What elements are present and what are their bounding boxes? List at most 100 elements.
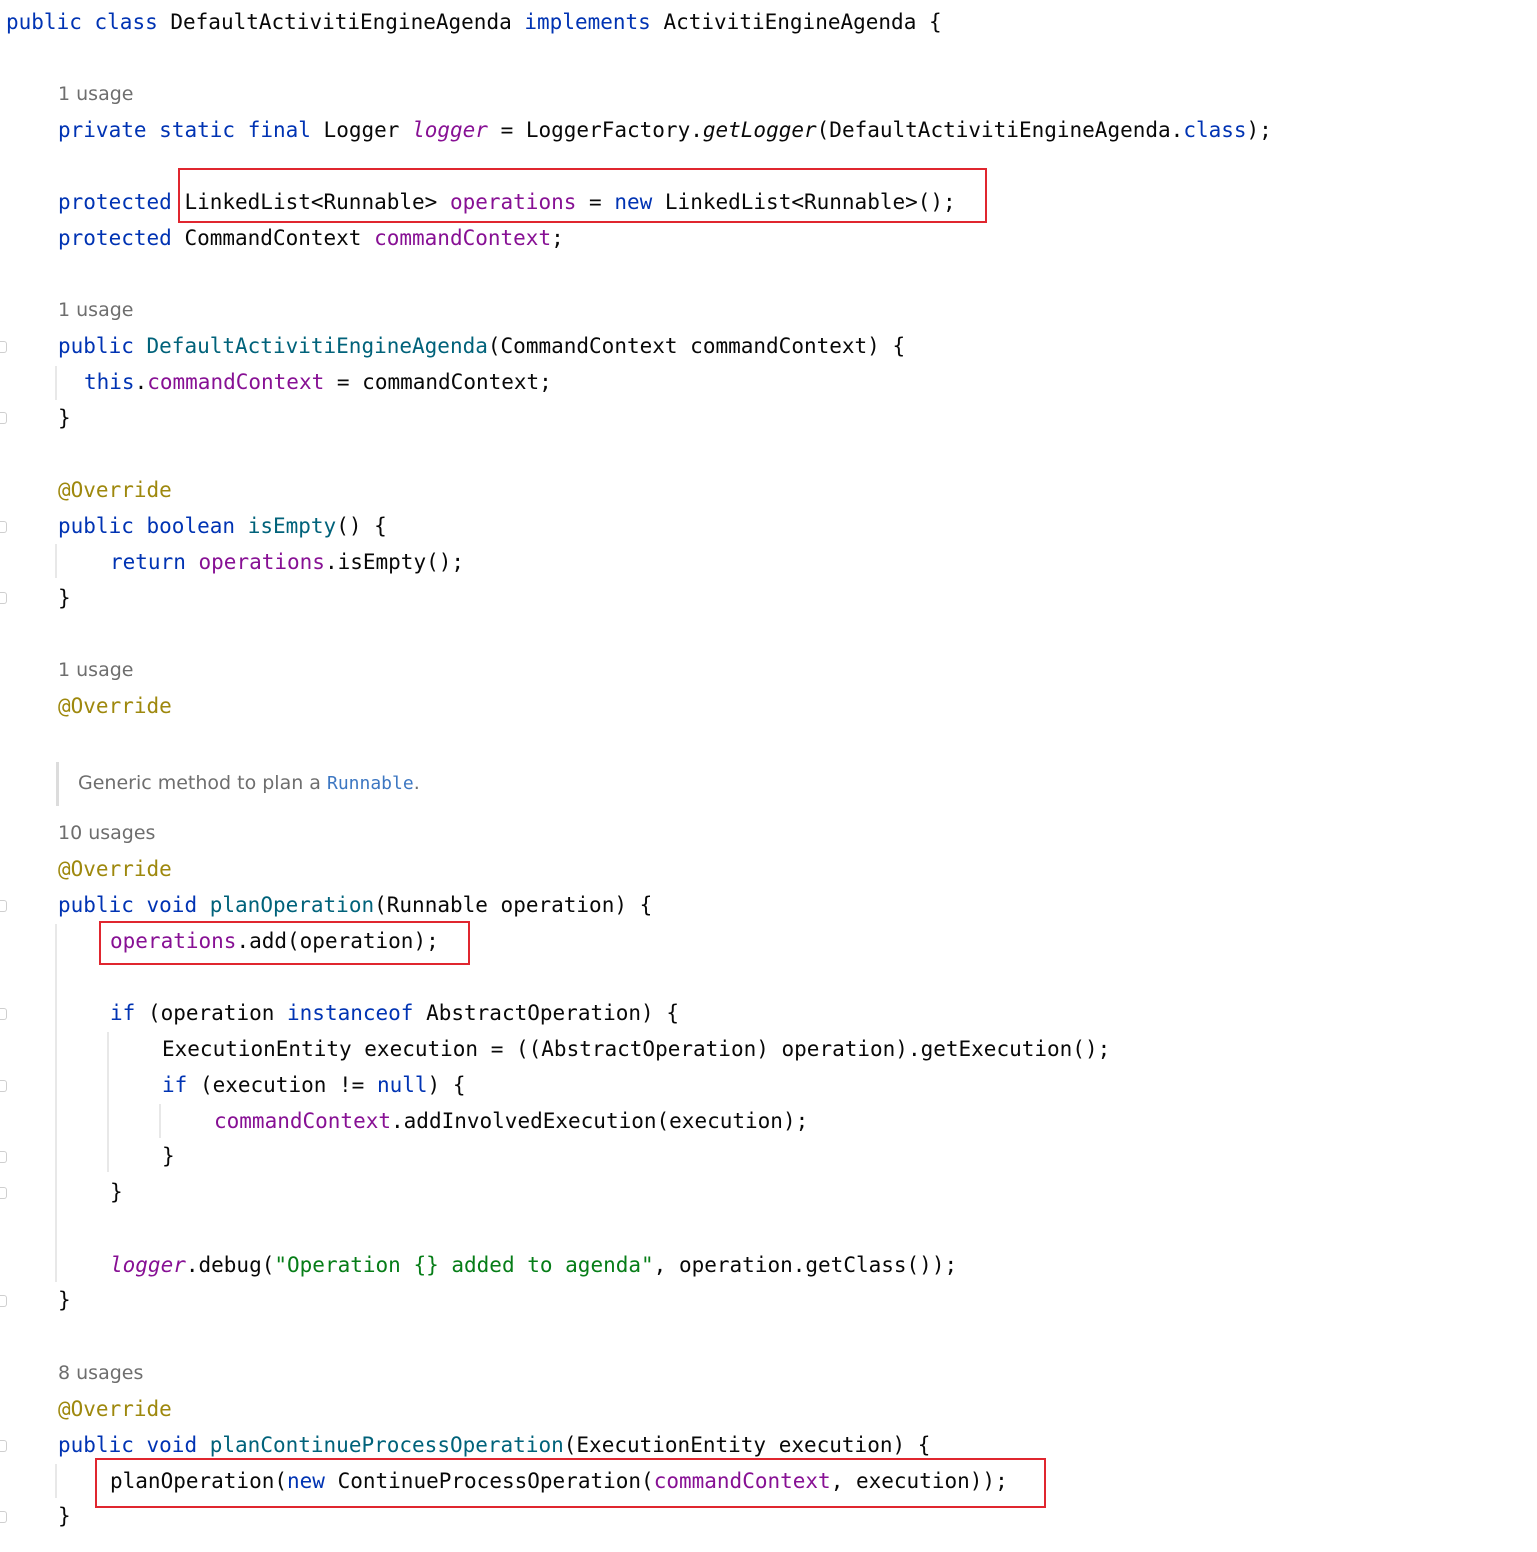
fold-marker-icon[interactable] xyxy=(0,521,7,533)
token-keyword: if xyxy=(162,1073,188,1097)
fold-marker-icon[interactable] xyxy=(0,900,7,912)
token-keyword: null xyxy=(376,1073,428,1097)
token-keyword: static xyxy=(159,118,236,142)
token-keyword: boolean xyxy=(146,514,236,538)
fold-marker-icon[interactable] xyxy=(0,1295,7,1307)
token-plain: (CommandContext commandContext) { xyxy=(487,334,906,358)
token-type: Logger xyxy=(310,118,413,142)
code-line-class-declaration[interactable]: public class DefaultActivitiEngineAgenda… xyxy=(6,4,942,40)
javadoc-link[interactable]: Runnable xyxy=(327,773,414,794)
token-keyword: void xyxy=(146,1433,198,1457)
token-annotation: @Override xyxy=(58,694,172,718)
code-line-commandcontext-field[interactable]: protected CommandContext commandContext; xyxy=(58,220,564,256)
code-line-annotation[interactable]: @Override xyxy=(58,851,172,887)
code-line-annotation[interactable]: @Override xyxy=(58,1391,172,1427)
indent-guide xyxy=(107,1032,109,1172)
code-line-get-execution[interactable]: ExecutionEntity execution = ((AbstractOp… xyxy=(162,1031,1110,1067)
token-keyword: public xyxy=(58,334,134,358)
indent-guide xyxy=(159,1104,161,1138)
code-line-close-brace[interactable]: } xyxy=(58,1282,71,1318)
token-keyword: protected xyxy=(58,226,172,250)
token-plain: } xyxy=(58,1288,71,1312)
token-keyword: if xyxy=(110,1001,136,1025)
fold-marker-icon[interactable] xyxy=(0,341,7,353)
token-class-name: DefaultActivitiEngineAgenda xyxy=(157,10,525,34)
fold-marker-icon[interactable] xyxy=(0,1008,7,1020)
token-field: commandContext xyxy=(374,226,552,250)
token-plain: (ExecutionEntity execution) { xyxy=(563,1433,931,1457)
fold-marker-icon[interactable] xyxy=(0,1511,7,1523)
token-plain: ) { xyxy=(427,1073,466,1097)
code-line-if-instanceof[interactable]: if (operation instanceof AbstractOperati… xyxy=(110,995,679,1031)
usage-hint[interactable]: 1 usage xyxy=(58,655,133,685)
highlight-box-plan-continue-call xyxy=(95,1458,1046,1508)
indent-guide xyxy=(55,1464,57,1498)
code-line-isempty-declaration[interactable]: public boolean isEmpty() { xyxy=(58,508,387,544)
token-method-declaration: isEmpty xyxy=(247,514,337,538)
token-type: CommandContext xyxy=(171,226,375,250)
usage-hint[interactable]: 10 usages xyxy=(58,818,155,848)
javadoc-text: Generic method to plan a xyxy=(78,772,327,794)
token-plain: } xyxy=(110,1180,123,1204)
indent-guide xyxy=(55,544,57,578)
token-keyword: class xyxy=(94,10,158,34)
code-line-logger-field[interactable]: private static final Logger logger = Log… xyxy=(58,112,1272,148)
indent-guide xyxy=(55,366,57,400)
code-line-close-brace[interactable]: } xyxy=(58,580,71,616)
token-plain: , operation.getClass()); xyxy=(653,1253,958,1277)
token-static-field: logger xyxy=(412,118,488,142)
fold-marker-icon[interactable] xyxy=(0,592,7,604)
token-keyword: public xyxy=(6,10,82,34)
code-line-close-brace[interactable]: } xyxy=(162,1138,175,1174)
code-line-planoperation-declaration[interactable]: public void planOperation(Runnable opera… xyxy=(58,887,652,923)
token-keyword: final xyxy=(247,118,311,142)
token-plain: .isEmpty(); xyxy=(324,550,465,574)
fold-marker-icon[interactable] xyxy=(0,1080,7,1092)
token-keyword: instanceof xyxy=(287,1001,414,1025)
token-static-method: getLogger xyxy=(702,118,817,142)
token-string: "Operation {} added to agenda" xyxy=(274,1253,654,1277)
fold-marker-icon[interactable] xyxy=(0,1187,7,1199)
code-line-annotation[interactable]: @Override xyxy=(58,472,172,508)
code-line-add-involved-execution[interactable]: commandContext.addInvolvedExecution(exec… xyxy=(214,1103,808,1139)
code-line-return-isempty[interactable]: return operations.isEmpty(); xyxy=(110,544,464,580)
fold-marker-icon[interactable] xyxy=(0,1151,7,1163)
usage-hint[interactable]: 8 usages xyxy=(58,1358,143,1388)
usage-hint[interactable]: 1 usage xyxy=(58,295,133,325)
code-line-annotation[interactable]: @Override xyxy=(58,688,172,724)
code-line-if-not-null[interactable]: if (execution != null) { xyxy=(162,1067,465,1103)
token-plain: } xyxy=(162,1144,175,1168)
highlight-box-operations-declaration xyxy=(178,168,987,223)
code-line-logger-debug[interactable]: logger.debug("Operation {} added to agen… xyxy=(110,1247,957,1283)
fold-marker-icon[interactable] xyxy=(0,1440,7,1452)
code-editor[interactable]: public class DefaultActivitiEngineAgenda… xyxy=(0,0,1537,1552)
code-line-close-brace[interactable]: } xyxy=(110,1174,123,1210)
token-keyword: return xyxy=(110,550,186,574)
token-method-declaration: planContinueProcessOperation xyxy=(209,1433,564,1457)
token-annotation: @Override xyxy=(58,857,172,881)
token-plain: (operation xyxy=(135,1001,288,1025)
token-plain: ExecutionEntity execution = ((AbstractOp… xyxy=(162,1037,1111,1061)
usage-hint[interactable]: 1 usage xyxy=(58,79,133,109)
code-line-close-brace[interactable]: } xyxy=(58,1498,71,1534)
token-plain: } xyxy=(58,1504,71,1528)
indent-guide xyxy=(55,924,57,1282)
token-plain: = commandContext; xyxy=(324,370,552,394)
fold-marker-icon[interactable] xyxy=(0,412,7,424)
token-static-field: logger xyxy=(110,1253,186,1277)
code-line-constructor[interactable]: public DefaultActivitiEngineAgenda(Comma… xyxy=(58,328,905,364)
token-method-declaration: planOperation xyxy=(209,893,375,917)
token-plain: (execution != xyxy=(187,1073,377,1097)
code-line-assign-context[interactable]: this.commandContext = commandContext; xyxy=(84,364,552,400)
token-annotation: @Override xyxy=(58,1397,172,1421)
code-line-close-brace[interactable]: } xyxy=(58,400,71,436)
token-plain: AbstractOperation) { xyxy=(413,1001,679,1025)
javadoc-comment[interactable]: Generic method to plan a Runnable. xyxy=(78,768,420,798)
